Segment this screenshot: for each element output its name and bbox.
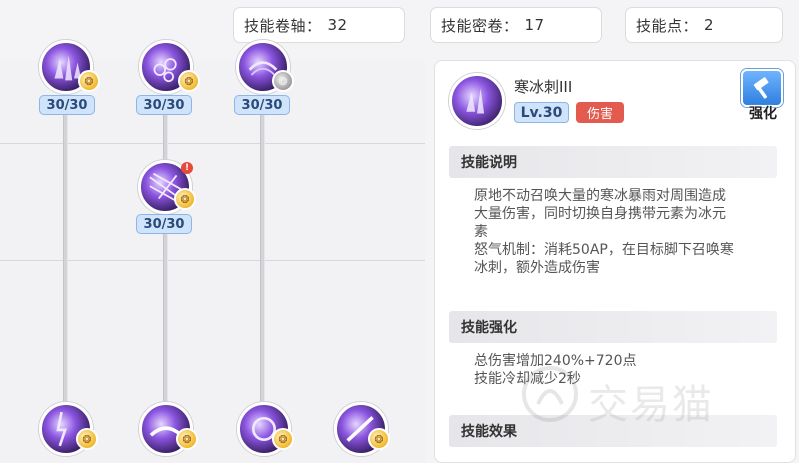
skill-name: 寒冰刺III — [514, 78, 573, 96]
section-skill-effect: 技能效果 — [449, 415, 777, 447]
skill-level-pill: 30/30 — [136, 214, 192, 234]
section-skill-enhancement: 技能强化 — [449, 311, 777, 343]
ice-spike-icon — [466, 88, 485, 114]
upgrade-star-icon: ❂ — [76, 428, 98, 450]
tree-connector — [163, 232, 168, 402]
description-line: 冰刺，额外造成伤害 — [474, 260, 600, 276]
strengthen-button[interactable]: 强化 — [741, 69, 785, 125]
alert-icon: ! — [181, 162, 193, 174]
tree-connector — [163, 112, 168, 162]
skill-scroll-value: 32 — [327, 16, 348, 34]
description-line: 大量伤害，同时切换自身携带元素为冰元 — [474, 206, 726, 222]
skill-level-pill: 30/30 — [39, 95, 95, 115]
skill-point-value: 2 — [704, 16, 715, 34]
skill-level-pill: 30/30 — [234, 95, 290, 115]
description-line: 原地不动召唤大量的寒冰暴雨对周围造成 — [474, 188, 726, 204]
skill-description: 原地不动召唤大量的寒冰暴雨对周围造成 大量伤害，同时切换自身携带元素为冰元 素 … — [474, 187, 774, 277]
secret-scroll-value: 17 — [524, 16, 545, 34]
description-line: 素 — [474, 224, 488, 240]
skill-point-label: 技能点： — [636, 16, 699, 35]
upgrade-star-icon: ❂ — [178, 70, 200, 92]
section-skill-description: 技能说明 — [449, 146, 777, 178]
selected-skill-icon — [449, 73, 505, 129]
secret-scroll-label: 技能密卷： — [441, 16, 519, 35]
upgrade-star-icon: ❂ — [176, 428, 198, 450]
description-line: 怒气机制：消耗50AP，在目标脚下召唤寒 — [474, 242, 734, 258]
skill-level-pill: 30/30 — [136, 95, 192, 115]
locked-star-icon: ❂ — [272, 70, 294, 92]
upgrade-star-icon: ❂ — [368, 428, 390, 450]
hammer-icon — [741, 69, 783, 107]
enhancement-line: 技能冷却减少2秒 — [474, 371, 581, 387]
upgrade-star-icon: ❂ — [174, 188, 196, 210]
strengthen-label: 强化 — [749, 106, 777, 122]
tree-connector — [260, 112, 265, 402]
upgrade-star-icon: ❂ — [272, 428, 294, 450]
secret-scroll-counter: 技能密卷： 17 — [430, 7, 602, 43]
skill-scroll-label: 技能卷轴： — [244, 16, 322, 35]
skill-scroll-counter: 技能卷轴： 32 — [233, 7, 405, 43]
skill-level-tag: Lv.30 — [514, 102, 569, 123]
enhancement-line: 总伤害增加240%+720点 — [474, 353, 637, 369]
upgrade-star-icon: ❂ — [78, 70, 100, 92]
tree-connector — [63, 112, 68, 402]
skill-enhancement: 总伤害增加240%+720点 技能冷却减少2秒 — [474, 352, 774, 388]
skill-type-tag: 伤害 — [576, 102, 624, 123]
skill-point-counter: 技能点： 2 — [625, 7, 783, 43]
